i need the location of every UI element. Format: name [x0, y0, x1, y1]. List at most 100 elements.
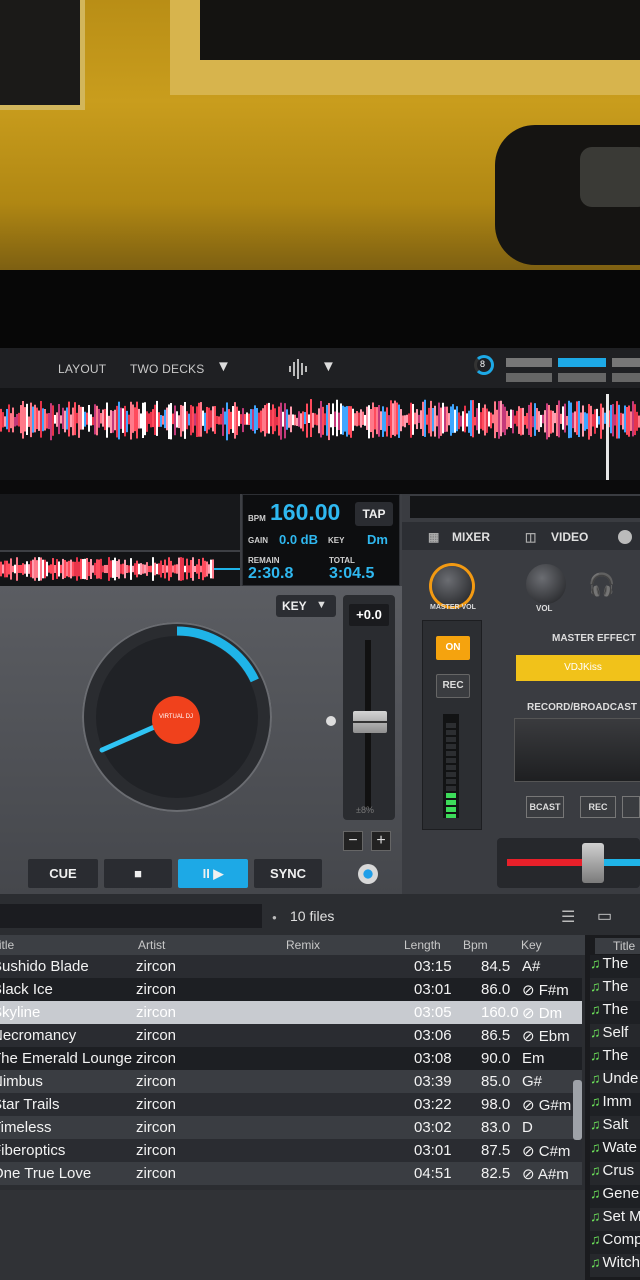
headphones-icon[interactable]: 🎧 — [588, 572, 615, 598]
track-key: ⊘ A#m — [522, 1166, 569, 1183]
side-list-item[interactable]: ♫ Salt — [590, 1116, 640, 1139]
table-row[interactable]: Bushido Blade zircon 03:15 84.5 A# — [0, 955, 582, 978]
track-bpm: 84.5 — [481, 958, 511, 975]
table-row[interactable]: One True Love zircon 04:51 82.5 ⊘ A#m — [0, 1162, 582, 1185]
pitch-reset-dot[interactable] — [326, 716, 336, 726]
folder-icon[interactable]: ▭ — [597, 906, 612, 926]
music-note-icon: ♫ — [590, 955, 601, 971]
pitch-plus-button[interactable]: + — [371, 831, 391, 851]
tab-video[interactable]: VIDEO — [551, 530, 588, 544]
pitch-minus-button[interactable]: − — [343, 831, 363, 851]
rec-button[interactable]: REC — [580, 796, 616, 818]
crossfader-handle[interactable] — [582, 843, 604, 883]
layout-select[interactable]: TWO DECKS — [130, 362, 204, 376]
side-list-item[interactable]: ♫ Crus — [590, 1162, 640, 1185]
track-length: 03:15 — [414, 958, 452, 975]
track-title: Black Ice — [0, 981, 53, 998]
track-key: G# — [522, 1073, 543, 1090]
side-list-item[interactable]: ♫ Self — [590, 1024, 640, 1047]
tap-button[interactable]: TAP — [355, 502, 393, 526]
track-title: Timeless — [0, 1119, 52, 1136]
track-artist: zircon — [136, 981, 177, 998]
table-row[interactable]: Star Trails zircon 03:22 98.0 ⊘ G#m — [0, 1093, 582, 1116]
broadcast-button[interactable]: BCAST — [526, 796, 564, 818]
column-title[interactable]: Title — [0, 938, 14, 952]
on-button[interactable]: ON — [436, 636, 470, 660]
list-scrollbar[interactable] — [573, 1080, 582, 1140]
side-list-item[interactable]: ♫ Unde — [590, 1070, 640, 1093]
stop-button[interactable]: ■ — [104, 859, 172, 888]
track-length: 03:05 — [414, 1004, 452, 1021]
list-view-icon[interactable]: ☰ — [561, 907, 575, 927]
layout-button-5[interactable] — [558, 373, 606, 382]
table-row[interactable]: Timeless zircon 03:02 83.0 D — [0, 1116, 582, 1139]
table-row[interactable]: Necromancy zircon 03:06 86.5 ⊘ Ebm — [0, 1024, 582, 1047]
master-volume-knob[interactable] — [432, 566, 472, 606]
track-length: 03:01 — [414, 1142, 452, 1159]
extra-button[interactable] — [622, 796, 640, 818]
vol-label: VOL — [536, 604, 553, 613]
play-button[interactable]: II ▶ — [178, 859, 248, 888]
side-list-item[interactable]: ♫ Set M — [590, 1208, 640, 1231]
side-list-item[interactable]: ♫ Comp — [590, 1231, 640, 1254]
layout-button-3[interactable] — [612, 358, 640, 367]
side-list-item[interactable]: ♫ The — [590, 978, 640, 1001]
mixer-icon: ▦ — [428, 530, 440, 544]
track-key: ⊘ F#m — [522, 982, 569, 999]
column-length[interactable]: Length — [404, 938, 441, 952]
column-remix[interactable]: Remix — [286, 938, 320, 952]
table-row[interactable]: Black Ice zircon 03:01 86.0 ⊘ F#m — [0, 978, 582, 1001]
layout-label[interactable]: LAYOUT — [58, 362, 106, 376]
settings-icon[interactable] — [618, 530, 632, 544]
layout-button-4[interactable] — [506, 373, 552, 382]
loop-knob[interactable]: 8 — [474, 355, 494, 375]
loop-value: 8 — [480, 359, 486, 369]
record-button[interactable]: REC — [436, 674, 470, 698]
chevron-down-icon: ▼ — [316, 599, 327, 611]
waveform-dropdown-arrow[interactable]: ▼ — [321, 358, 336, 375]
layout-button-1[interactable] — [506, 358, 552, 367]
top-toolbar: LAYOUT TWO DECKS ▼ ▼ — [0, 348, 640, 388]
table-row[interactable]: Skyline zircon 03:05 160.0⊘ Dm — [0, 1001, 582, 1024]
side-list-label: The — [602, 1001, 629, 1018]
track-title: Nimbus — [0, 1073, 43, 1090]
column-artist[interactable]: Artist — [138, 938, 165, 952]
table-row[interactable]: Nimbus zircon 03:39 85.0 G# — [0, 1070, 582, 1093]
side-list-item[interactable]: ♫ The — [590, 955, 640, 978]
side-list-item[interactable]: ♫ The — [590, 1047, 640, 1070]
volume-knob[interactable] — [526, 564, 566, 604]
key-button[interactable]: KEY ▼ — [276, 595, 336, 617]
platter-center-label: VIRTUAL DJ — [152, 696, 200, 744]
deck-mini-waveform[interactable] — [0, 552, 240, 586]
side-list-item[interactable]: ♫ Witch — [590, 1254, 640, 1277]
side-list-item[interactable]: ♫ Imm — [590, 1093, 640, 1116]
search-input[interactable] — [0, 904, 262, 928]
layout-button-2[interactable] — [558, 358, 606, 367]
pitch-value[interactable]: +0.0 — [349, 604, 389, 626]
side-list-item[interactable]: ♫ Gene — [590, 1185, 640, 1208]
sync-button[interactable]: SYNC — [254, 859, 322, 888]
track-title: Necromancy — [0, 1027, 77, 1044]
tab-mixer[interactable]: MIXER — [452, 530, 490, 544]
pitch-fader-handle[interactable] — [353, 711, 387, 733]
cue-button[interactable]: CUE — [28, 859, 98, 888]
column-key[interactable]: Key — [521, 938, 542, 952]
music-note-icon: ♫ — [590, 1116, 601, 1132]
vinyl-mode-icon[interactable] — [358, 864, 378, 884]
layout-dropdown-arrow[interactable]: ▼ — [216, 358, 231, 375]
track-length: 03:06 — [414, 1027, 452, 1044]
overview-waveform[interactable] — [0, 388, 640, 480]
track-key: A# — [522, 958, 541, 975]
table-row[interactable]: Fiberoptics zircon 03:01 87.5 ⊘ C#m — [0, 1139, 582, 1162]
column-bpm[interactable]: Bpm — [463, 938, 488, 952]
monitor-bezel — [0, 270, 640, 348]
table-row[interactable]: The Emerald Lounge zircon 03:08 90.0 Em — [0, 1047, 582, 1070]
side-list-label: The — [602, 955, 629, 972]
layout-button-6[interactable] — [612, 373, 640, 382]
track-artist: zircon — [136, 1027, 177, 1044]
waveform-icon[interactable] — [287, 358, 309, 380]
master-effect-select[interactable]: VDJKiss — [516, 655, 640, 681]
side-column-title[interactable]: Title — [613, 939, 635, 953]
side-list-item[interactable]: ♫ The — [590, 1001, 640, 1024]
side-list-item[interactable]: ♫ Wate — [590, 1139, 640, 1162]
